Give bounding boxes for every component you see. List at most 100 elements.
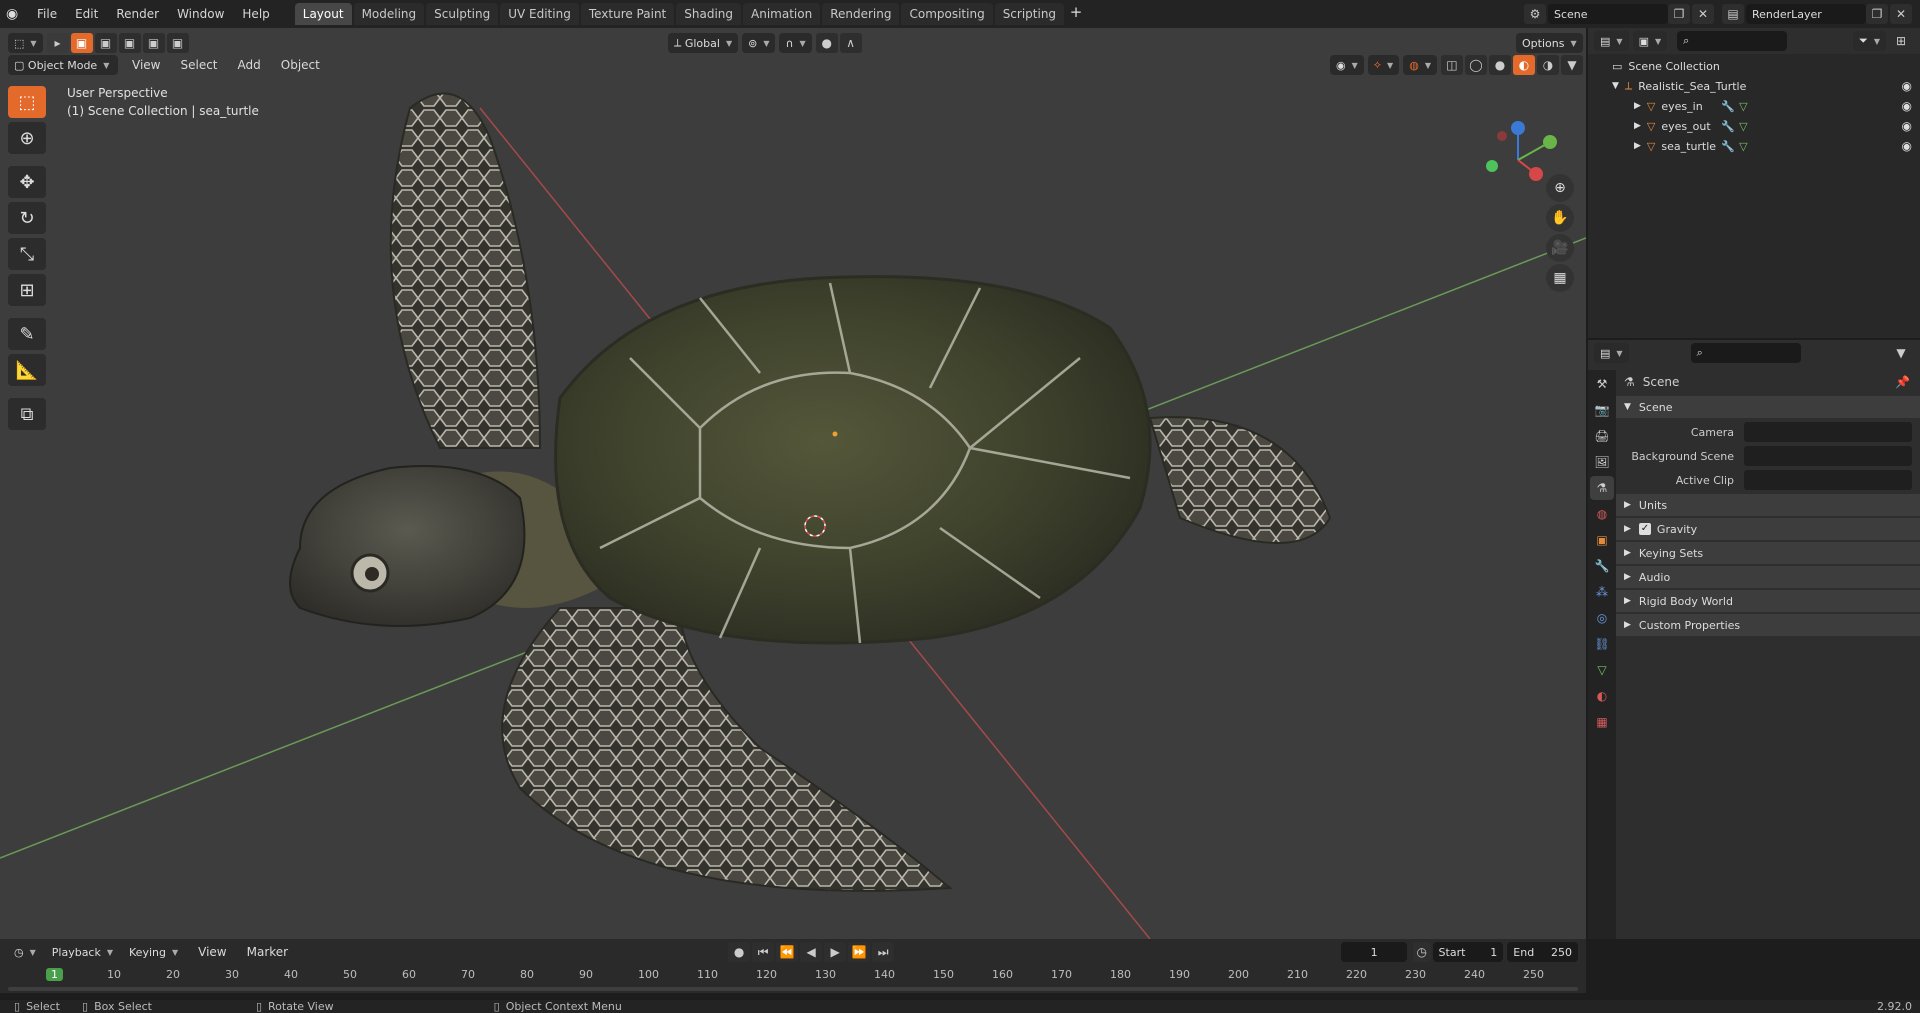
filter-dropdown[interactable]: ⏷ ▼ [1853, 31, 1886, 51]
mesh-data-icon[interactable]: ▽ [1739, 140, 1747, 153]
viewport-menu-add[interactable]: Add [228, 58, 271, 72]
outliner-row-eyes-out[interactable]: ▶ ▽ eyes_out 🔧 ▽ ◉ [1588, 116, 1920, 136]
new-layer-icon[interactable]: ❐ [1866, 4, 1888, 24]
visibility-eye-icon[interactable]: ◉ [1902, 99, 1912, 113]
material-shading-icon[interactable]: ◐ [1512, 55, 1535, 75]
camera-view-icon[interactable]: 🎥 [1546, 234, 1574, 262]
timeline-type-dropdown[interactable]: ◷ ▼ [8, 942, 42, 962]
menu-file[interactable]: File [28, 7, 66, 21]
active-clip-field[interactable] [1744, 470, 1912, 490]
outliner-row-scene-collection[interactable]: ▭ Scene Collection [1588, 56, 1920, 76]
scale-tool-icon[interactable]: ⤡ [8, 238, 46, 270]
visibility-eye-icon[interactable]: ◉ [1902, 79, 1912, 93]
cursor-tool-icon[interactable]: ⊕ [8, 122, 46, 154]
timeline-menu-marker[interactable]: Marker [237, 945, 298, 959]
tab-shading[interactable]: Shading [676, 3, 741, 25]
overlay-dropdown[interactable]: ◍ ▼ [1403, 55, 1437, 75]
properties-type-dropdown[interactable]: ▤ ▼ [1594, 343, 1629, 363]
record-icon[interactable]: ● [728, 942, 751, 962]
move-tool-icon[interactable]: ✥ [8, 166, 46, 198]
outliner-row-sea-turtle[interactable]: ▶ ▽ sea_turtle 🔧 ▽ ◉ [1588, 136, 1920, 156]
new-scene-icon[interactable]: ❐ [1668, 4, 1690, 24]
wireframe-shading-icon[interactable]: ◯ [1464, 55, 1487, 75]
data-tab-icon[interactable]: ▽ [1590, 658, 1614, 682]
outliner-row-eyes-in[interactable]: ▶ ▽ eyes_in 🔧 ▽ ◉ [1588, 96, 1920, 116]
proportional-edit-icon[interactable]: ● [815, 33, 838, 53]
options-dropdown[interactable]: Options ▼ [1516, 33, 1583, 53]
falloff-icon[interactable]: ∧ [839, 33, 862, 53]
select-tool-icon[interactable]: ⬚ [8, 86, 46, 118]
display-mode-dropdown[interactable]: ▣ ▼ [1632, 31, 1668, 51]
menu-window[interactable]: Window [168, 7, 233, 21]
expand-arrow-icon[interactable]: ▶ [1634, 101, 1641, 111]
ortho-grid-icon[interactable]: ▦ [1546, 264, 1574, 292]
mode-dropdown[interactable]: ▢ Object Mode ▼ [8, 55, 118, 75]
outliner-type-dropdown[interactable]: ▤ ▼ [1594, 31, 1629, 51]
outliner-row-collection[interactable]: ▼ ⟂ Realistic_Sea_Turtle ◉ [1588, 76, 1920, 96]
xray-icon[interactable]: ◫ [1440, 55, 1463, 75]
tool-tab-icon[interactable]: ⚒ [1590, 372, 1614, 396]
particles-tab-icon[interactable]: ⁂ [1590, 580, 1614, 604]
background-scene-field[interactable] [1744, 446, 1912, 466]
mesh-data-icon[interactable]: ▽ [1739, 120, 1747, 133]
tab-sculpting[interactable]: Sculpting [426, 3, 499, 25]
visibility-eye-icon[interactable]: ◉ [1902, 119, 1912, 133]
outliner-search-input[interactable]: ⌕ [1677, 31, 1788, 51]
modifier-tab-icon[interactable]: 🔧 [1590, 554, 1614, 578]
scene-icon[interactable]: ⚙ [1524, 4, 1546, 24]
start-frame-field[interactable]: Start 1 [1432, 942, 1504, 962]
scene-panel-header[interactable]: ▼ Scene [1616, 396, 1920, 418]
world-tab-icon[interactable]: ◍ [1590, 502, 1614, 526]
expand-arrow-icon[interactable]: ▶ [1634, 141, 1641, 151]
preview-range-icon[interactable]: ◷ [1413, 942, 1431, 962]
tab-compositing[interactable]: Compositing [901, 3, 993, 25]
custom-properties-panel-header[interactable]: ▶ Custom Properties [1616, 614, 1920, 636]
add-workspace-button[interactable]: + [1066, 3, 1086, 25]
camera-field[interactable] [1744, 422, 1912, 442]
texture-tab-icon[interactable]: ▦ [1590, 710, 1614, 734]
properties-search-input[interactable]: ⌕ [1690, 343, 1801, 363]
tab-uv-editing[interactable]: UV Editing [500, 3, 579, 25]
render-layer-icon[interactable]: ▤ [1722, 4, 1744, 24]
gravity-checkbox[interactable]: ✓ [1638, 523, 1651, 535]
frame-ruler[interactable]: 1 10 20 30 40 50 60 70 80 90 100 110 120 130 140 150 160… [46, 965, 1586, 985]
tab-modeling[interactable]: Modeling [353, 3, 425, 25]
keying-sets-panel-header[interactable]: ▶ Keying Sets [1616, 542, 1920, 564]
blender-logo-icon[interactable]: ◉ [6, 6, 28, 22]
delete-layer-icon[interactable]: ✕ [1890, 4, 1912, 24]
scene-tab-icon[interactable]: ⚗ [1590, 476, 1614, 500]
current-frame-marker[interactable]: 1 [46, 968, 63, 981]
tab-rendering[interactable]: Rendering [822, 3, 900, 25]
viewport-menu-object[interactable]: Object [271, 58, 330, 72]
render-tab-icon[interactable]: 📷 [1590, 398, 1614, 422]
render-layer-field[interactable]: RenderLayer [1746, 4, 1866, 24]
end-frame-field[interactable]: End 250 [1507, 942, 1578, 962]
expand-arrow-icon[interactable]: ▼ [1612, 81, 1619, 91]
gravity-panel-header[interactable]: ▶ ✓ Gravity [1616, 518, 1920, 540]
annotate-tool-icon[interactable]: ✎ [8, 318, 46, 350]
menu-render[interactable]: Render [107, 7, 168, 21]
jump-start-icon[interactable]: ⏮ [752, 942, 775, 962]
delete-scene-icon[interactable]: ✕ [1692, 4, 1714, 24]
tab-texture-paint[interactable]: Texture Paint [580, 3, 675, 25]
jump-end-icon[interactable]: ⏭ [872, 942, 895, 962]
select-mode-icon[interactable]: ▸ [46, 33, 69, 53]
select-intersect-icon[interactable]: ▣ [166, 33, 189, 53]
next-keyframe-icon[interactable]: ⏩ [848, 942, 871, 962]
viewport-menu-select[interactable]: Select [170, 58, 227, 72]
menu-edit[interactable]: Edit [66, 7, 107, 21]
visibility-dropdown[interactable]: ◉ ▼ [1330, 55, 1364, 75]
pan-hand-icon[interactable]: ✋ [1546, 204, 1574, 232]
pivot-dropdown[interactable]: ⊚ ▼ [742, 33, 776, 53]
tab-animation[interactable]: Animation [743, 3, 821, 25]
play-icon[interactable]: ▶ [824, 942, 847, 962]
timeline-menu-view[interactable]: View [188, 945, 236, 959]
tab-layout[interactable]: Layout [294, 3, 352, 25]
editor-type-dropdown[interactable]: ⬚ ▼ [8, 33, 43, 53]
mesh-data-icon[interactable]: ▽ [1739, 100, 1747, 113]
physics-tab-icon[interactable]: ◎ [1590, 606, 1614, 630]
expand-arrow-icon[interactable]: ▶ [1634, 121, 1641, 131]
solid-shading-icon[interactable]: ● [1488, 55, 1511, 75]
constraints-tab-icon[interactable]: ⛓ [1590, 632, 1614, 656]
visibility-eye-icon[interactable]: ◉ [1902, 139, 1912, 153]
